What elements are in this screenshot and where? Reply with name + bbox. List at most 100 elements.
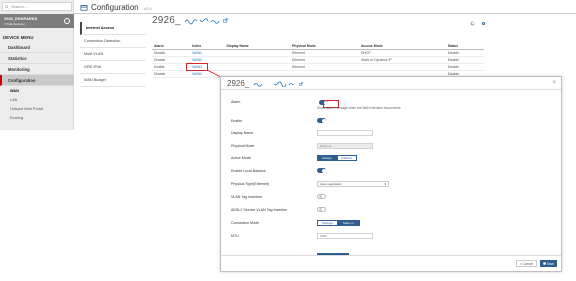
tab-multi-vlan[interactable]: Multi-VLAN <box>80 48 146 61</box>
sidebar: Search... 2926_EKNPARKS ( Total Devices … <box>0 0 74 130</box>
cell-display-name <box>224 49 291 57</box>
page-header: Configuration - v2.0 <box>80 2 576 12</box>
adsl-vlan-label: ADSL2 Service VLAN Tag Insertion <box>231 208 288 212</box>
footer-divider <box>221 255 561 256</box>
physical-type-label: Physical Type(Ethernet) <box>231 182 270 186</box>
menu-title: DEVICE MENU <box>3 35 34 40</box>
submenu-item-routing[interactable]: Routing <box>0 113 74 122</box>
form-row-local-balance: Enable Local Balance <box>231 168 326 173</box>
form-row-active-mode: Active Mode Always On Failover <box>231 155 358 165</box>
cell-index-link[interactable]: WAN1 <box>190 49 225 57</box>
external-link-icon[interactable] <box>223 18 228 23</box>
cell-access-mode: DHCP <box>358 49 446 57</box>
device-card[interactable]: 2926_EKNPARKS ( Total Devices ) <box>0 14 74 28</box>
vlan-tag-label: VLAN Tag Insertion <box>231 195 262 199</box>
cancel-label: Cancel <box>523 261 533 266</box>
cell-alarm: Disable <box>152 70 191 78</box>
mtu-input[interactable]: 1500 <box>317 233 373 239</box>
connection-mode-static-dynamic[interactable]: Static or Dynamic IP <box>337 220 360 235</box>
tab-connection-detection[interactable]: Connection Detection <box>80 35 146 48</box>
power-icon[interactable] <box>64 18 70 24</box>
wan-table: Alarm Index Display Name Physical Mode A… <box>152 43 484 78</box>
device-heading-name: 2926_ <box>152 15 181 26</box>
search-icon <box>5 4 9 9</box>
redacted-scribble <box>184 17 220 24</box>
cancel-icon: × <box>520 261 523 266</box>
app-root: Search... 2926_EKNPARKS ( Total Devices … <box>0 0 576 281</box>
form-row-physical-type: Physical Type(Ethernet) Auto-negotiation… <box>231 181 389 187</box>
cell-alarm: Enable <box>152 63 191 71</box>
refresh-icon[interactable] <box>470 21 475 26</box>
active-mode-label: Active Mode <box>231 156 251 160</box>
cell-physical-mode: Ethernet <box>290 56 359 64</box>
enable-toggle[interactable] <box>317 118 326 123</box>
physical-mode-field: Ethernet <box>317 143 373 149</box>
submenu-item-wan[interactable]: WAN <box>0 86 74 95</box>
table-row[interactable]: Disable WAN1 Ethernet DHCP Disable <box>152 49 484 57</box>
form-row-vlan: VLAN Tag Insertion <box>231 194 326 199</box>
menu-item-dashboard[interactable]: Dashboard <box>0 42 74 53</box>
submenu-item-lan[interactable]: LAN <box>0 95 74 104</box>
physical-type-select[interactable]: Auto-negotiation ▾ <box>317 181 389 187</box>
active-mode-always-on[interactable]: Always On <box>317 155 337 165</box>
cell-physical-mode: Ethernet <box>290 49 359 57</box>
cell-display-name <box>224 56 291 64</box>
device-menu: Dashboard Statistics Monitoring Configur… <box>0 42 74 122</box>
device-status: ( Total Devices ) <box>4 22 26 26</box>
alarm-hint: Show alarm message when the WAN interfac… <box>317 106 402 110</box>
connection-mode-segmented: Settings Static or Dynamic IP <box>317 220 360 235</box>
form-row-mtu: MTU 1500 <box>231 233 373 239</box>
menu-item-statistics[interactable]: Statistics <box>0 53 74 64</box>
highlight-box-index <box>186 63 208 71</box>
menu-item-monitoring[interactable]: Monitoring <box>0 64 74 75</box>
save-label: Save <box>546 261 554 266</box>
form-row-adsl-vlan: ADSL2 Service VLAN Tag Insertion <box>231 207 326 212</box>
mtu-label: MTU <box>231 234 239 238</box>
page-actions <box>470 21 486 26</box>
home-icon <box>80 4 88 11</box>
header-divider <box>74 13 576 14</box>
form-row-physical-mode: Physical Mode Ethernet <box>231 143 373 149</box>
display-name-input[interactable] <box>317 130 373 136</box>
external-link-icon[interactable] <box>299 81 304 86</box>
wan-edit-dialog: 2926_ × Alarm Show alarm message when th… <box>220 76 562 272</box>
close-icon[interactable]: × <box>552 80 556 86</box>
connection-mode-settings[interactable]: Settings <box>317 220 338 226</box>
dialog-title: 2926_ <box>227 79 250 88</box>
device-name: 2926_EKNPARKS <box>4 16 38 21</box>
cell-alarm: Disable <box>152 56 191 64</box>
dialog-divider <box>221 89 561 90</box>
cell-alarm: Disable <box>152 49 191 57</box>
page-title: Configuration <box>91 2 139 12</box>
tab-gre-ipv6[interactable]: GRE-IPv6 <box>80 61 146 74</box>
dialog-form: Alarm Show alarm message when the WAN in… <box>221 93 561 251</box>
cell-physical-mode: Ethernet <box>290 63 359 71</box>
search-box[interactable]: Search... <box>2 2 72 11</box>
form-row-alarm: Alarm Show alarm message when the WAN in… <box>231 99 401 110</box>
active-mode-failover[interactable]: Failover <box>336 155 358 161</box>
cancel-button[interactable]: × Cancel <box>516 260 537 267</box>
active-mode-segmented: Always On Failover <box>317 155 358 165</box>
tab-wan-budget[interactable]: WAN Budget <box>80 74 146 87</box>
page-version: - v2.0 <box>141 6 152 11</box>
local-balance-toggle[interactable] <box>317 168 326 173</box>
settings-gear-icon[interactable] <box>481 21 486 26</box>
cell-status: Disable <box>445 56 484 64</box>
menu-item-configuration[interactable]: Configuration <box>0 75 74 86</box>
save-icon <box>543 262 546 265</box>
form-row-connection-mode: Connection Mode Settings Static or Dynam… <box>231 220 360 235</box>
physical-type-value: Auto-negotiation <box>320 182 342 186</box>
submenu-item-hotspot[interactable]: Hotspot Web Portal <box>0 104 74 113</box>
alarm-label: Alarm <box>231 100 241 104</box>
search-input[interactable]: Search... <box>11 4 27 9</box>
vlan-tag-toggle[interactable] <box>317 194 326 199</box>
save-button[interactable]: Save <box>539 260 557 267</box>
local-balance-label: Enable Local Balance <box>231 169 266 173</box>
adsl-vlan-toggle[interactable] <box>317 207 326 212</box>
chevron-down-icon: ▾ <box>384 182 386 186</box>
cell-display-name <box>224 63 291 71</box>
tab-internet-access[interactable]: Internet Access <box>80 22 146 35</box>
device-heading: 2926_ <box>152 15 228 26</box>
cell-access-mode: Static or Dynamic IP <box>358 56 446 64</box>
enable-label: Enable <box>231 119 243 123</box>
